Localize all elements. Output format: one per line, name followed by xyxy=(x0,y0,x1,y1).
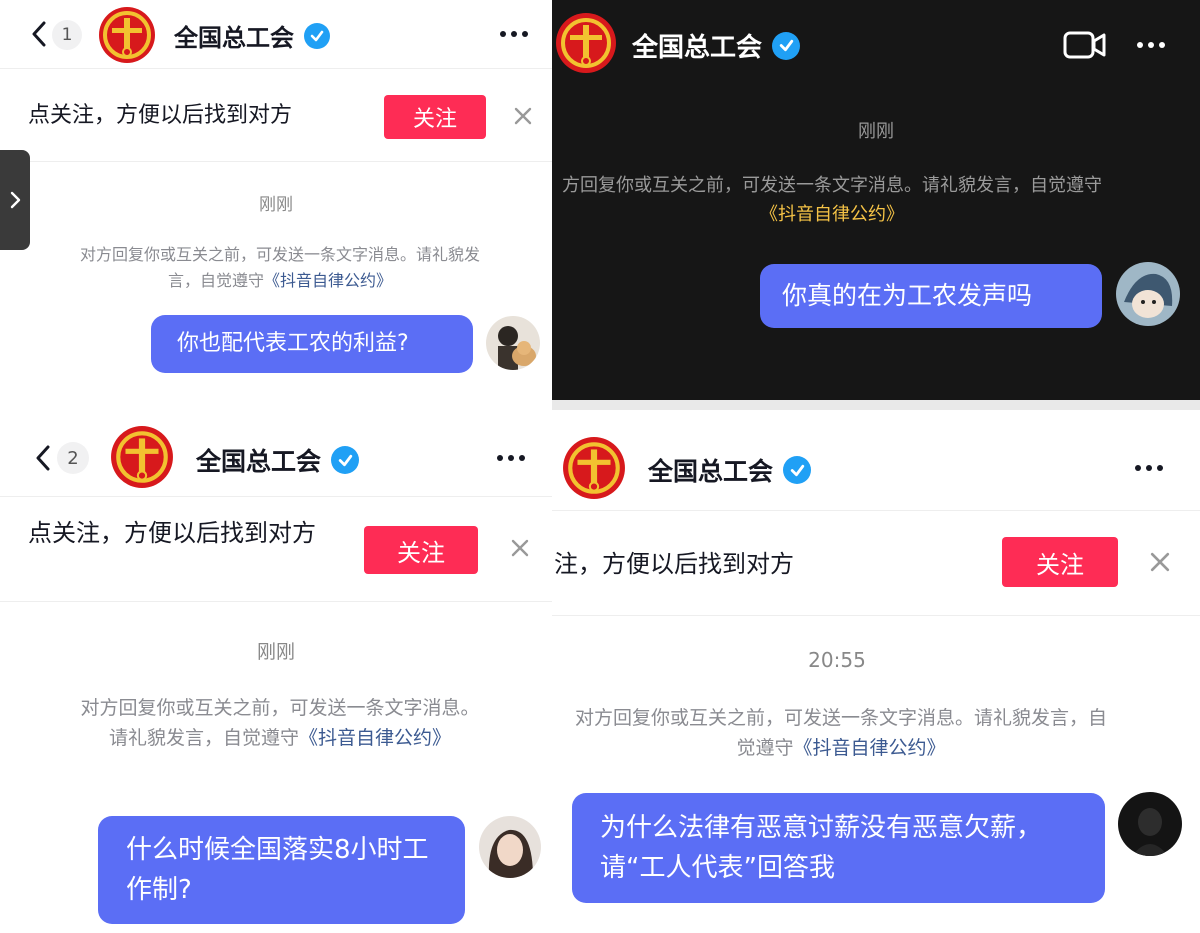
community-guidelines-link[interactable]: 《抖音自律公约》 xyxy=(264,271,392,290)
chat-panel-3: 2 全国总工会 点关注，方便以后找到对方 关注 刚刚 对方回复你或互关之前，可发… xyxy=(0,400,552,933)
chat-header: 1 全国总工会 xyxy=(0,0,552,68)
back-chevron-icon xyxy=(32,21,46,47)
trade-union-logo[interactable] xyxy=(98,6,156,64)
sent-message-bubble[interactable]: 什么时候全国落实8小时工作制? xyxy=(98,816,465,924)
more-dots-icon[interactable] xyxy=(1135,465,1163,471)
more-dots-icon[interactable] xyxy=(500,31,528,37)
sent-message-bubble[interactable]: 你也配代表工农的利益? xyxy=(151,315,473,373)
back-button[interactable] xyxy=(30,442,56,474)
messaging-rules-notice: 对方回复你或互关之前，可发送一条文字消息。请礼貌发言，自觉遵守《抖音自律公约》 xyxy=(566,703,1116,764)
follow-button[interactable]: 关注 xyxy=(384,95,486,139)
more-dots-icon[interactable] xyxy=(497,455,525,461)
sent-message-bubble[interactable]: 你真的在为工农发声吗 xyxy=(760,264,1102,328)
follow-prompt-bar: 点关注，方便以后找到对方 关注 xyxy=(0,68,552,162)
messaging-rules-notice: 方回复你或互关之前，可发送一条文字消息。请礼貌发言，自觉遵守《抖音自律公约》 xyxy=(552,172,1112,230)
sent-message-bubble[interactable]: 为什么法律有恶意讨薪没有恶意欠薪，请“工人代表”回答我 xyxy=(572,793,1105,903)
community-guidelines-link[interactable]: 《抖音自律公约》 xyxy=(760,204,904,225)
verified-badge-icon xyxy=(304,22,330,49)
unread-count-badge: 1 xyxy=(52,20,82,50)
video-call-icon[interactable] xyxy=(1063,31,1107,59)
verified-badge-icon xyxy=(783,456,812,484)
follow-prompt-text: 点关注，方便以后找到对方 xyxy=(28,519,316,547)
trade-union-logo[interactable] xyxy=(110,425,174,489)
chat-panel-2: 全国总工会 刚刚 方回复你或互关之前，可发送一条文字消息。请礼貌发言，自觉遵守《… xyxy=(552,0,1200,400)
trade-union-logo[interactable] xyxy=(555,12,617,74)
notice-text: 方回复你或互关之前，可发送一条文字消息。请礼貌发言，自觉遵守 xyxy=(562,175,1102,196)
close-icon[interactable] xyxy=(1147,549,1173,575)
message-text: 你真的在为工农发声吗 xyxy=(782,280,1033,310)
back-chevron-icon xyxy=(36,445,50,471)
unread-count-badge: 2 xyxy=(57,442,89,474)
user-avatar[interactable] xyxy=(1118,792,1182,856)
trade-union-logo[interactable] xyxy=(562,436,626,500)
message-text: 什么时候全国落实8小时工作制? xyxy=(126,834,429,905)
community-guidelines-link[interactable]: 《抖音自律公约》 xyxy=(299,727,451,749)
chat-panel-1: 1 全国总工会 点关注，方便以后找到对方 关注 刚刚 对方回复你或互关之前，可发… xyxy=(0,0,552,400)
user-avatar[interactable] xyxy=(486,316,540,370)
message-text: 你也配代表工农的利益? xyxy=(177,330,409,356)
follow-button[interactable]: 关注 xyxy=(364,526,478,574)
message-timestamp: 20:55 xyxy=(808,648,866,672)
follow-prompt-text: 点关注，方便以后找到对方 xyxy=(28,103,293,128)
community-guidelines-link[interactable]: 《抖音自律公约》 xyxy=(794,737,946,759)
message-timestamp: 刚刚 xyxy=(256,641,295,663)
chat-header: 全国总工会 xyxy=(552,410,1200,510)
user-avatar[interactable] xyxy=(479,816,541,878)
chat-header: 全国总工会 xyxy=(552,0,1200,90)
status-bar-remnant xyxy=(552,400,1200,410)
message-timestamp: 刚刚 xyxy=(858,121,894,142)
account-title[interactable]: 全国总工会 xyxy=(196,442,321,478)
follow-prompt-bar: 注，方便以后找到对方 关注 xyxy=(552,510,1200,616)
messaging-rules-notice: 对方回复你或互关之前，可发送一条文字消息。请礼貌发言，自觉遵守《抖音自律公约》 xyxy=(70,242,490,293)
account-title[interactable]: 全国总工会 xyxy=(632,27,762,64)
back-button[interactable] xyxy=(26,18,52,50)
chat-panel-4: 全国总工会 注，方便以后找到对方 关注 20:55 对方回复你或互关之前，可发送… xyxy=(552,400,1200,933)
account-title[interactable]: 全国总工会 xyxy=(174,18,294,53)
follow-prompt-bar: 点关注，方便以后找到对方 关注 xyxy=(0,496,552,602)
follow-button[interactable]: 关注 xyxy=(1002,537,1118,587)
account-title[interactable]: 全国总工会 xyxy=(648,452,773,488)
chat-header: 2 全国总工会 xyxy=(0,400,552,496)
close-icon[interactable] xyxy=(507,535,533,561)
verified-badge-icon xyxy=(772,31,801,60)
more-dots-icon[interactable] xyxy=(1137,42,1165,48)
follow-prompt-text: 注，方便以后找到对方 xyxy=(554,550,794,578)
message-text: 为什么法律有恶意讨薪没有恶意欠薪，请“工人代表”回答我 xyxy=(600,812,1043,883)
close-icon[interactable] xyxy=(510,103,536,129)
messaging-rules-notice: 对方回复你或互关之前，可发送一条文字消息。请礼貌发言，自觉遵守《抖音自律公约》 xyxy=(80,693,480,754)
message-timestamp: 刚刚 xyxy=(259,195,293,215)
verified-badge-icon xyxy=(331,446,360,474)
user-avatar[interactable] xyxy=(1116,262,1180,326)
